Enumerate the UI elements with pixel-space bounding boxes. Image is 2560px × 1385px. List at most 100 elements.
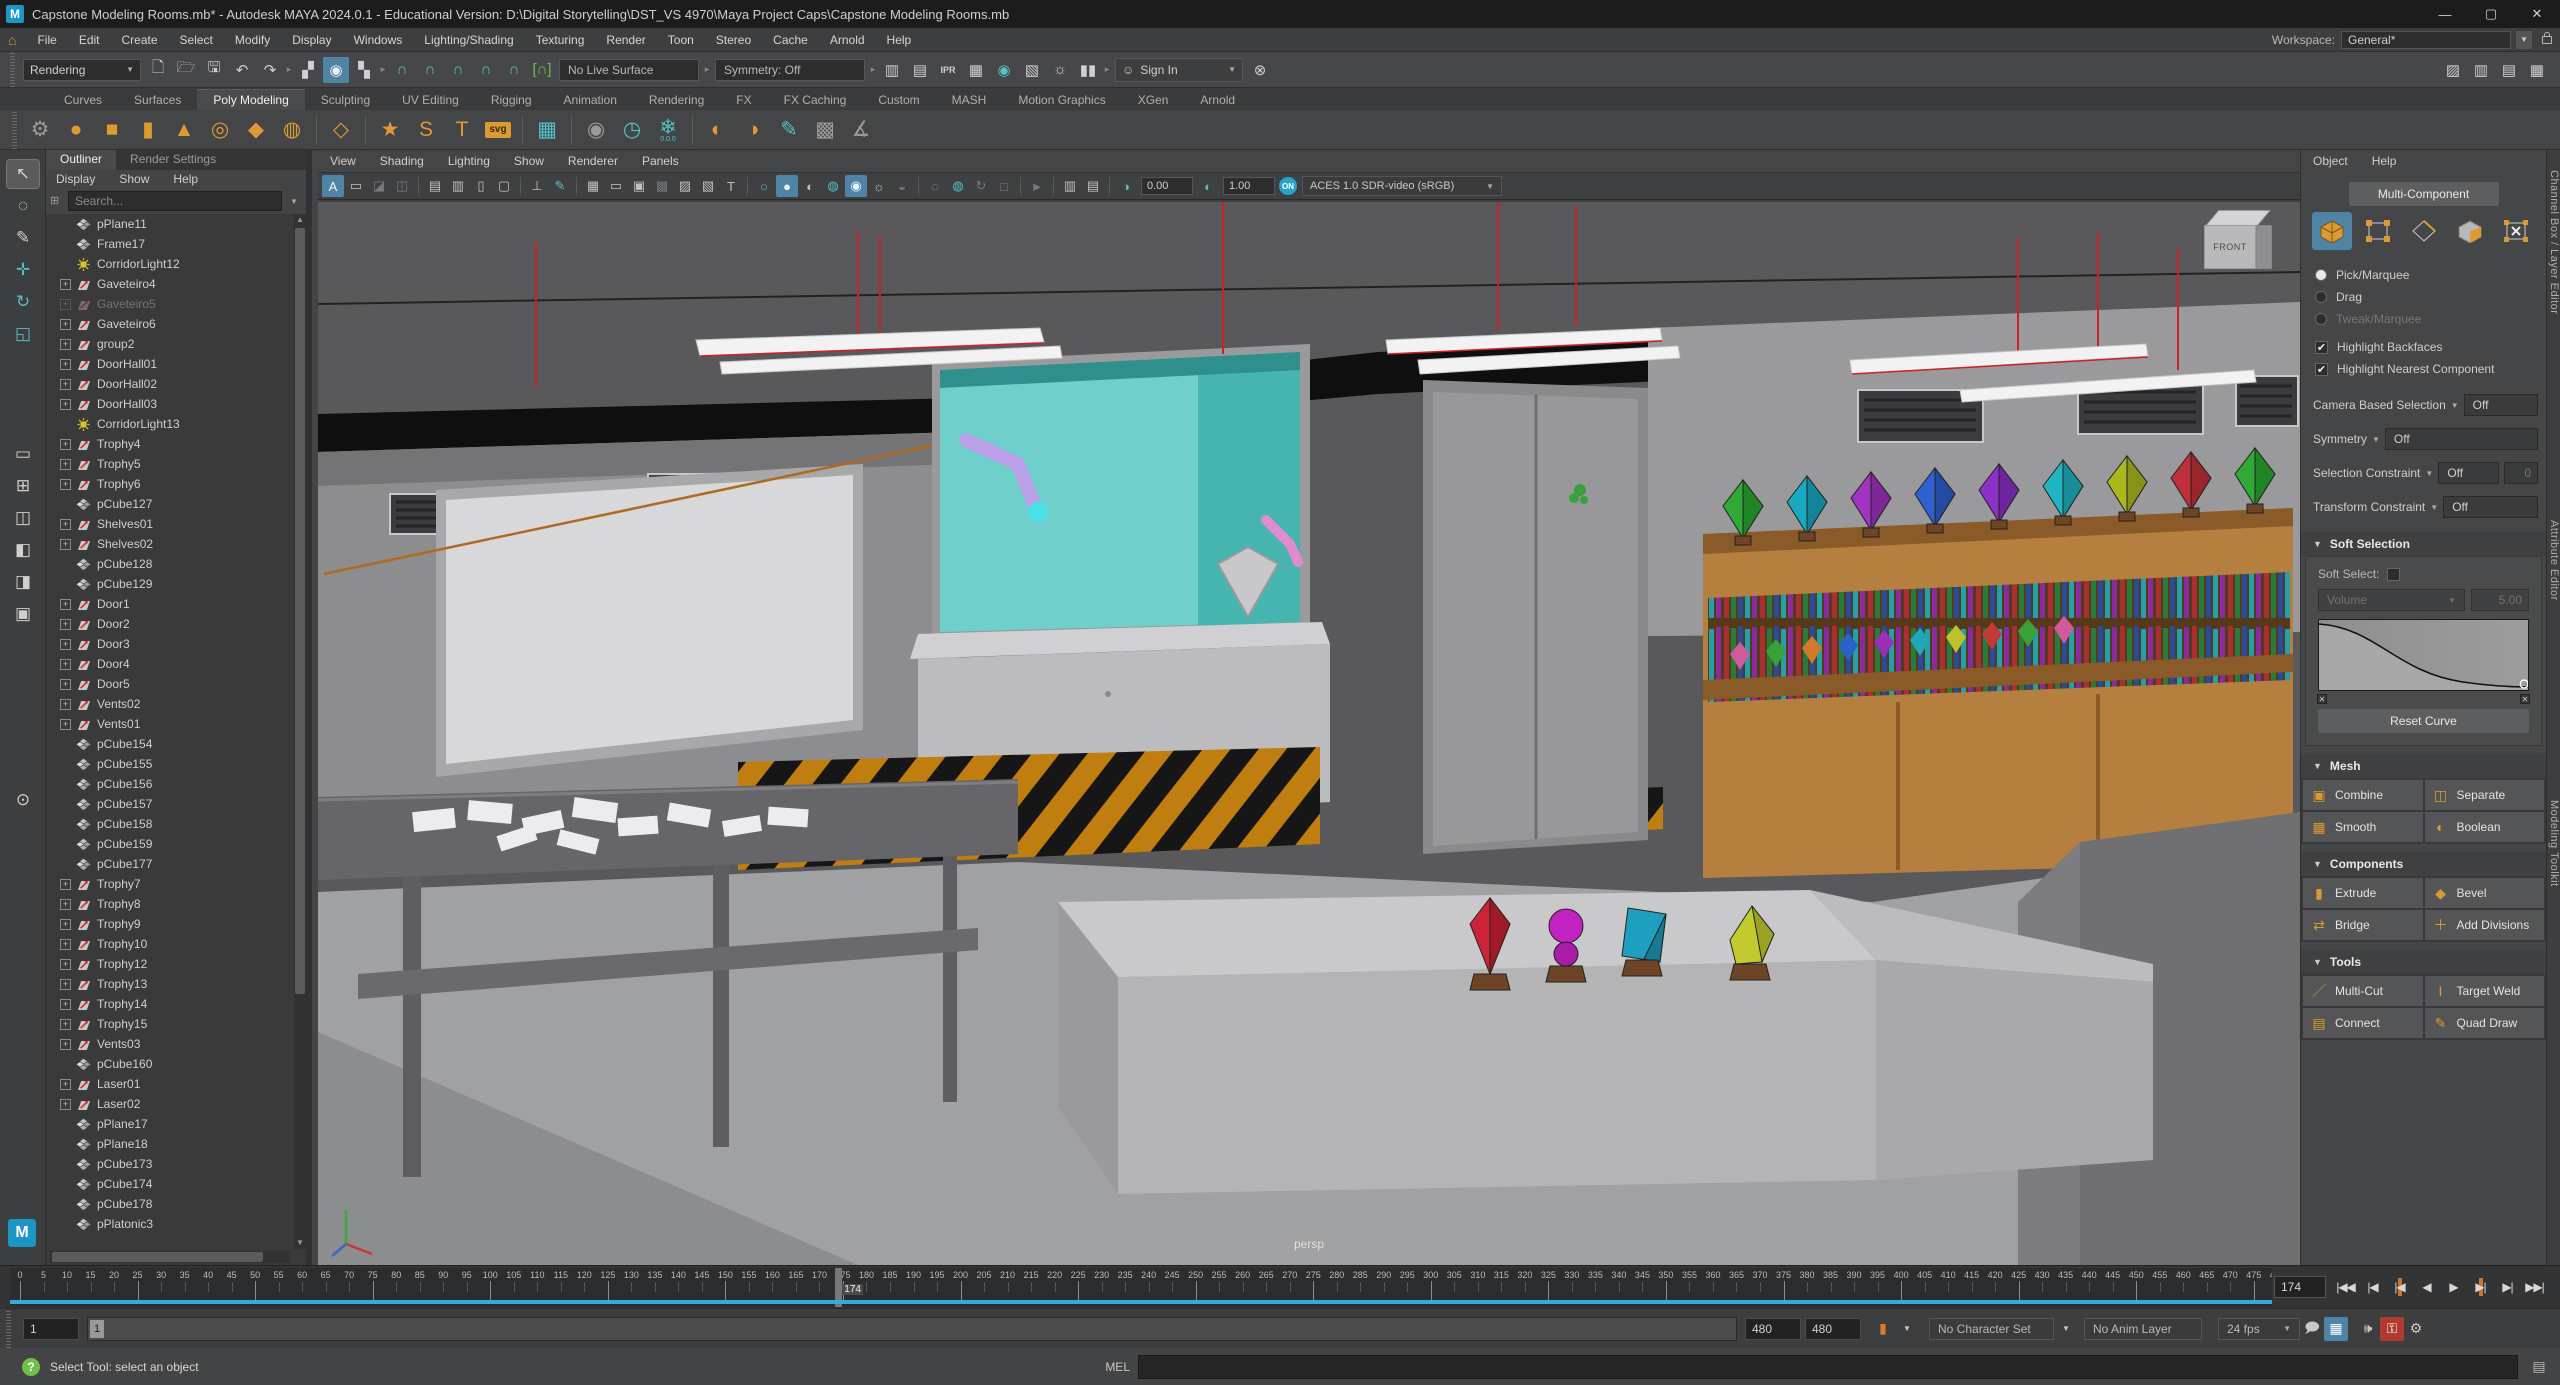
shelf-grip[interactable] xyxy=(12,110,17,149)
show-modeling-toolkit-icon[interactable]: ▨ xyxy=(2440,57,2466,83)
radio-tweak-marquee[interactable]: Tweak/Marquee xyxy=(2301,308,2546,330)
expand-icon[interactable]: + xyxy=(60,279,71,290)
expand-icon[interactable]: + xyxy=(60,619,71,630)
select-component-icon[interactable]: ▚ xyxy=(351,57,377,83)
expand-icon[interactable]: + xyxy=(60,979,71,990)
safe-title-icon[interactable]: T xyxy=(720,175,742,197)
selection-constraint-value[interactable]: Off xyxy=(2438,462,2499,484)
reset-curve-button[interactable]: Reset Curve xyxy=(2318,709,2529,733)
sign-in-button[interactable]: ☺ Sign In▼ xyxy=(1115,58,1243,82)
layout-custom[interactable]: ▣ xyxy=(7,600,39,628)
step-back-frame-button[interactable]: |◀ xyxy=(2359,1275,2386,1299)
outliner-item-door1[interactable]: +Door1 xyxy=(46,594,294,614)
outliner-tab-outliner[interactable]: Outliner xyxy=(46,150,116,170)
menu-create[interactable]: Create xyxy=(111,28,169,51)
shadows-icon[interactable]: ◒ xyxy=(891,175,913,197)
curve-start-handle[interactable]: ✕ xyxy=(2317,694,2327,704)
outliner-item-pcube128[interactable]: pCube128 xyxy=(46,554,294,574)
dropdown-arrow-icon[interactable]: ▼ xyxy=(2451,401,2459,410)
freeze-transform-icon[interactable]: ❄0.0.0 xyxy=(651,113,685,147)
outliner-item-pcube177[interactable]: pCube177 xyxy=(46,854,294,874)
snap-point-icon[interactable]: ∩ xyxy=(445,57,471,83)
exposure-field[interactable]: 0.00 xyxy=(1141,177,1193,195)
outliner-search-input[interactable] xyxy=(68,191,282,211)
camera-bookmark-icon[interactable]: ▯ xyxy=(470,175,492,197)
poly-disc-icon[interactable]: ◍ xyxy=(275,113,309,147)
shelf-tab-animation[interactable]: Animation xyxy=(548,90,633,110)
shelf-tab-fx-caching[interactable]: FX Caching xyxy=(768,90,863,110)
quad-draw-shelf-icon[interactable]: ▩ xyxy=(808,113,842,147)
multi-cut-button[interactable]: ／Multi-Cut xyxy=(2303,976,2423,1006)
dropdown-arrow-icon[interactable]: ▼ xyxy=(2372,435,2380,444)
outliner-item-gaveteiro6[interactable]: +Gaveteiro6 xyxy=(46,314,294,334)
expand-icon[interactable]: + xyxy=(60,999,71,1010)
home-icon[interactable]: ⌂ xyxy=(8,32,16,48)
outliner-item-door3[interactable]: +Door3 xyxy=(46,634,294,654)
object-mode-icon[interactable] xyxy=(2312,212,2352,250)
outliner-item-trophy10[interactable]: +Trophy10 xyxy=(46,934,294,954)
expand-icon[interactable]: + xyxy=(60,879,71,890)
undo-icon[interactable]: ↶ xyxy=(229,57,255,83)
textured-icon[interactable]: ◍ xyxy=(822,175,844,197)
go-to-start-button[interactable]: |◀◀ xyxy=(2332,1275,2359,1299)
outliner-item-trophy9[interactable]: +Trophy9 xyxy=(46,914,294,934)
animation-preferences-icon[interactable]: ⚙ xyxy=(2404,1317,2428,1341)
layout-four-pane[interactable]: ⊞ xyxy=(7,472,39,500)
type-text-icon[interactable]: T xyxy=(445,113,479,147)
panel-tab-modeling-toolkit[interactable]: Modeling Toolkit xyxy=(2547,790,2560,897)
save-scene-icon[interactable]: 🖫 xyxy=(201,57,227,83)
symmetry-value[interactable]: Off xyxy=(2385,428,2538,450)
close-button[interactable]: ✕ xyxy=(2514,0,2560,28)
outliner-menu-display[interactable]: Display xyxy=(46,172,105,186)
select-tool[interactable]: ↖ xyxy=(7,160,39,188)
dropdown-arrow-icon[interactable]: ▼ xyxy=(2425,469,2433,478)
snap-curve-icon[interactable]: ∩ xyxy=(417,57,443,83)
viewport-menu-renderer[interactable]: Renderer xyxy=(556,154,630,168)
ipr-render-icon[interactable]: IPR xyxy=(935,57,961,83)
outliner-item-laser02[interactable]: +Laser02 xyxy=(46,1094,294,1114)
mel-command-input[interactable] xyxy=(1138,1355,2518,1379)
menu-lighting-shading[interactable]: Lighting/Shading xyxy=(413,28,524,51)
xray-joints-icon[interactable]: ▤ xyxy=(1082,175,1104,197)
grid-toggle-icon[interactable]: ▦ xyxy=(582,175,604,197)
outliner-item-pcube127[interactable]: pCube127 xyxy=(46,494,294,514)
select-hierarchy-icon[interactable]: ▞ xyxy=(295,57,321,83)
shaded-icon[interactable]: ● xyxy=(776,175,798,197)
expand-icon[interactable]: + xyxy=(60,899,71,910)
soft-select-checkbox[interactable] xyxy=(2387,568,2400,581)
anim-layer-select[interactable]: No Anim Layer xyxy=(2084,1318,2202,1340)
expand-icon[interactable]: + xyxy=(60,319,71,330)
menu-display[interactable]: Display xyxy=(281,28,342,51)
statusline-grip[interactable] xyxy=(10,52,15,87)
shelf-tab-arnold[interactable]: Arnold xyxy=(1184,90,1251,110)
outliner-item-pcube129[interactable]: pCube129 xyxy=(46,574,294,594)
expand-icon[interactable]: + xyxy=(60,1019,71,1030)
radio-button-icon[interactable] xyxy=(2315,313,2327,325)
menu-edit[interactable]: Edit xyxy=(68,28,111,51)
character-set-dropdown-icon[interactable]: ▼ xyxy=(2054,1317,2078,1341)
menu-cache[interactable]: Cache xyxy=(762,28,819,51)
outliner-item-trophy6[interactable]: +Trophy6 xyxy=(46,474,294,494)
bookmark-icon[interactable]: ▮ xyxy=(1871,1317,1895,1341)
section-header-mesh[interactable]: ▼Mesh xyxy=(2301,754,2546,778)
outliner-item-gaveteiro5[interactable]: +Gaveteiro5 xyxy=(46,294,294,314)
outliner-item-trophy15[interactable]: +Trophy15 xyxy=(46,1014,294,1034)
menu-arnold[interactable]: Arnold xyxy=(819,28,876,51)
outliner-search-dropdown-icon[interactable]: ▼ xyxy=(286,197,302,206)
curve-helix-icon[interactable]: S xyxy=(409,113,443,147)
camera-attributes-icon[interactable]: ▥ xyxy=(447,175,469,197)
outliner-item-shelves02[interactable]: +Shelves02 xyxy=(46,534,294,554)
expand-icon[interactable]: + xyxy=(60,659,71,670)
selection-constraint-extra-field[interactable]: 0 xyxy=(2504,462,2538,484)
shelf-tab-poly-modeling[interactable]: Poly Modeling xyxy=(197,89,304,110)
isolate-select-icon[interactable]: ► xyxy=(1026,175,1048,197)
bookmark-dropdown-icon[interactable]: ▼ xyxy=(1895,1317,1919,1341)
expand-icon[interactable]: + xyxy=(60,399,71,410)
rotate-tool[interactable]: ↻ xyxy=(7,288,39,316)
checkbox-highlight-nearest-component[interactable]: ✔Highlight Nearest Component xyxy=(2301,358,2546,380)
field-chart-icon[interactable]: ▨ xyxy=(674,175,696,197)
outliner-item-corridorlight13[interactable]: CorridorLight13 xyxy=(46,414,294,434)
expand-icon[interactable]: + xyxy=(60,599,71,610)
viewport-canvas[interactable]: FRONT persp xyxy=(318,202,2300,1265)
shelf-tab-sculpting[interactable]: Sculpting xyxy=(305,90,386,110)
